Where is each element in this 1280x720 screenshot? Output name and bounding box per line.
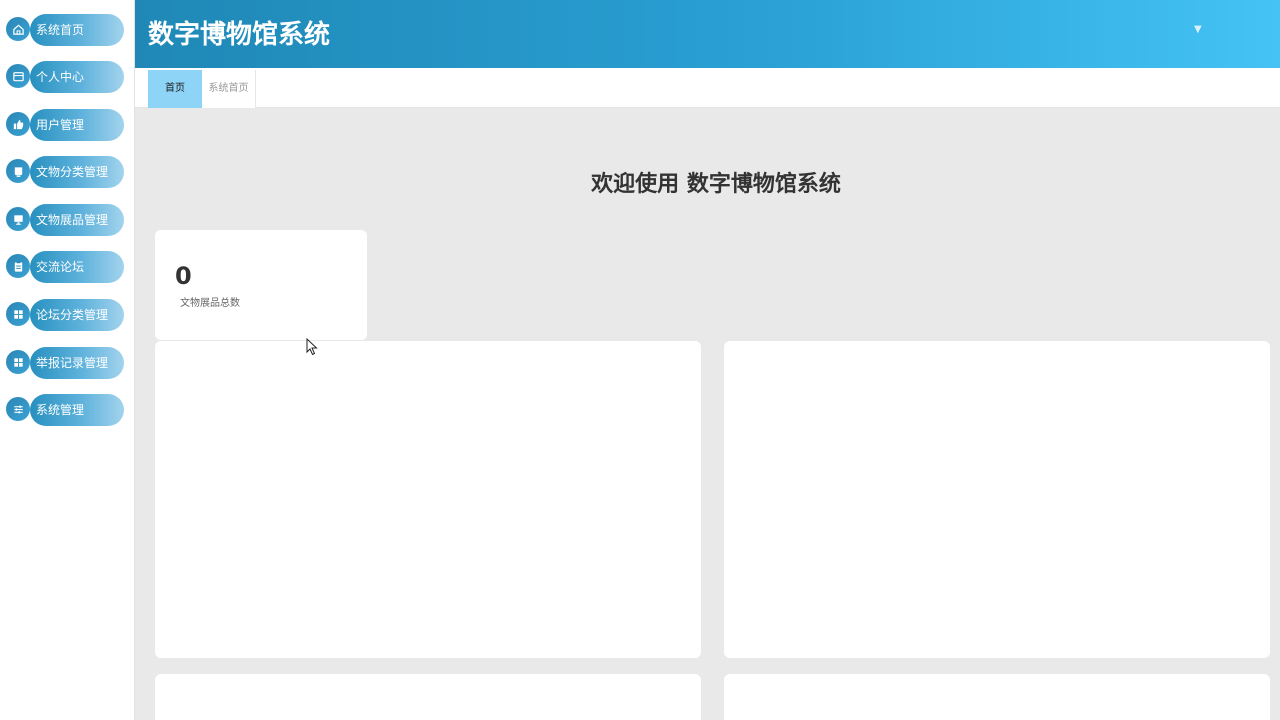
- grid-icon: [6, 302, 30, 326]
- cup-icon: [6, 159, 30, 183]
- mouse-cursor-icon: [306, 338, 318, 356]
- sidebar: 系统首页 个人中心 用户管理 文物分类管理 文物展品管理 交流论坛 论坛分类管理…: [0, 0, 135, 720]
- chart-panel: [724, 341, 1270, 658]
- monitor-icon: [6, 207, 30, 231]
- sidebar-item-label: 文物分类管理: [30, 156, 124, 188]
- sidebar-item-label: 文物展品管理: [30, 204, 124, 236]
- sidebar-item-label: 系统首页: [30, 14, 124, 46]
- user-dropdown-icon[interactable]: ▼: [1194, 24, 1202, 35]
- sidebar-item-relic-category[interactable]: 文物分类管理: [6, 156, 124, 188]
- main-content: 欢迎使用 数字博物馆系统 0 文物展品总数: [135, 108, 1280, 720]
- sidebar-item-profile[interactable]: 个人中心: [6, 61, 124, 93]
- sliders-icon: [6, 397, 30, 421]
- thumb-up-icon: [6, 112, 30, 136]
- chart-panel: [155, 674, 701, 720]
- tab-bar: 首页 系统首页: [135, 68, 1280, 108]
- sidebar-item-forum-category[interactable]: 论坛分类管理: [6, 299, 124, 331]
- chart-panel: [155, 341, 701, 658]
- tab-home[interactable]: 首页: [148, 70, 202, 108]
- sidebar-item-label: 系统管理: [30, 394, 124, 426]
- grid-icon: [6, 350, 30, 374]
- clipboard-icon: [6, 254, 30, 278]
- sidebar-item-label: 论坛分类管理: [30, 299, 124, 331]
- sidebar-item-report-records[interactable]: 举报记录管理: [6, 347, 124, 379]
- sidebar-item-system[interactable]: 系统管理: [6, 394, 124, 426]
- sidebar-item-label: 个人中心: [30, 61, 124, 93]
- sidebar-item-label: 用户管理: [30, 109, 124, 141]
- stat-label: 文物展品总数: [180, 298, 240, 309]
- wallet-icon: [6, 64, 30, 88]
- stat-card-exhibits: 0 文物展品总数: [155, 230, 367, 340]
- sidebar-item-forum[interactable]: 交流论坛: [6, 251, 124, 283]
- chart-panel: [724, 674, 1270, 720]
- sidebar-item-label: 举报记录管理: [30, 347, 124, 379]
- app-title: 数字博物馆系统: [148, 20, 331, 50]
- top-header: 数字博物馆系统 ▼: [135, 0, 1280, 68]
- sidebar-item-home[interactable]: 系统首页: [6, 14, 124, 46]
- welcome-title: 欢迎使用 数字博物馆系统: [591, 172, 841, 197]
- sidebar-item-label: 交流论坛: [30, 251, 124, 283]
- sidebar-item-exhibits[interactable]: 文物展品管理: [6, 204, 124, 236]
- tab-system-home[interactable]: 系统首页: [202, 70, 256, 108]
- stat-value: 0: [175, 262, 192, 290]
- sidebar-item-users[interactable]: 用户管理: [6, 109, 124, 141]
- home-icon: [6, 17, 30, 41]
